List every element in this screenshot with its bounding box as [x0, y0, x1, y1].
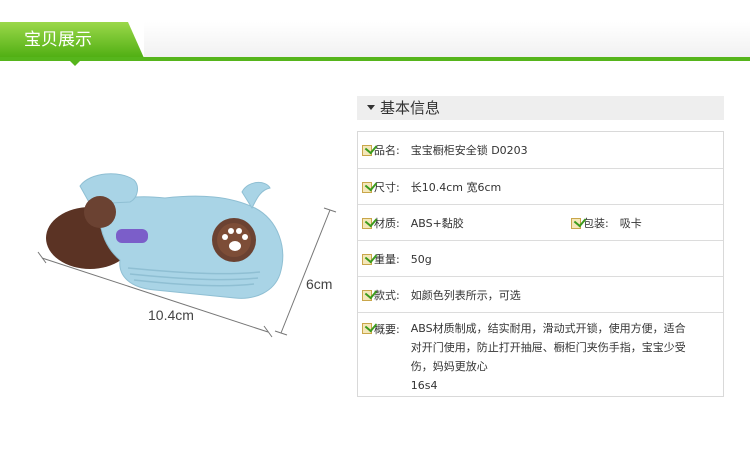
info-section-title: 基本信息 [380, 99, 441, 117]
paw-eye-inner [217, 223, 251, 257]
height-dimension-line [280, 209, 331, 334]
info-cell: 概要: ABS材质制成，结实耐用，滑动式开锁，使用方便，适合 对开门使用，防止打… [362, 319, 686, 395]
slider-button [116, 229, 148, 243]
summary-line: 对开门使用，防止打开抽屉、橱柜门夹伤手指，宝宝少受 [410, 341, 686, 354]
info-table: 品名: 宝宝橱柜安全锁 D0203 尺寸: 长10.4cm 宽6cm 材质: A… [357, 131, 724, 397]
summary-line: 16s4 [410, 379, 438, 392]
summary-text: ABS材质制成，结实耐用，滑动式开锁，使用方便，适合 对开门使用，防止打开抽屉、… [411, 319, 686, 395]
summary-line: 伤，妈妈更放心 [410, 360, 488, 373]
height-dimension-tick-bottom [274, 330, 288, 336]
paw-toe [228, 228, 234, 234]
paw-pad [229, 241, 241, 251]
info-row-style: 款式: 如颜色列表所示，可选 [358, 276, 723, 313]
edit-note-icon [362, 144, 372, 156]
info-cell: 包装: 吸卡 [571, 205, 642, 241]
info-value: 吸卡 [619, 217, 642, 230]
width-dimension-tick-left [37, 251, 47, 264]
info-row-size: 尺寸: 长10.4cm 宽6cm [358, 168, 723, 205]
header-bar-background [144, 22, 750, 57]
height-dimension-tick-top [323, 207, 337, 213]
header-title: 宝贝展示 [24, 30, 92, 50]
info-value: 如颜色列表所示，可选 [410, 289, 521, 302]
edit-note-icon [362, 289, 372, 301]
info-row-weight: 重量: 50g [358, 240, 723, 277]
info-label: 包装: [583, 217, 609, 230]
info-cell: 重量: 50g [362, 241, 432, 277]
paw-toe [236, 228, 242, 234]
info-label: 概要: [374, 323, 400, 336]
info-row-summary: 概要: ABS材质制成，结实耐用，滑动式开锁，使用方便，适合 对开门使用，防止打… [358, 312, 723, 397]
header-notch [70, 61, 80, 66]
header-divider [0, 57, 750, 61]
paw-toe [222, 234, 228, 240]
edit-note-icon [571, 217, 581, 229]
info-section-header: 基本信息 [357, 96, 724, 120]
info-cell: 款式: 如颜色列表所示，可选 [362, 277, 521, 313]
section-header: 宝贝展示 [0, 0, 750, 70]
paw-toe [242, 234, 248, 240]
edit-note-icon [362, 217, 372, 229]
edit-note-icon [362, 253, 372, 265]
product-image: 10.4cm 6cm [37, 173, 337, 338]
info-cell: 尺寸: 长10.4cm 宽6cm [362, 169, 501, 205]
height-label: 6cm [306, 276, 332, 292]
info-value: 长10.4cm 宽6cm [410, 181, 502, 194]
width-label: 10.4cm [148, 307, 194, 323]
edit-note-icon [362, 323, 372, 334]
info-row-name: 品名: 宝宝橱柜安全锁 D0203 [358, 132, 723, 168]
info-label: 材质: [374, 217, 400, 230]
info-label: 尺寸: [374, 181, 400, 194]
info-cell: 品名: 宝宝橱柜安全锁 D0203 [362, 132, 528, 168]
lock-knob [84, 196, 116, 228]
info-cell: 材质: ABS+黏胶 [362, 205, 464, 241]
info-value: ABS+黏胶 [410, 217, 464, 230]
info-row-material: 材质: ABS+黏胶 包装: 吸卡 [358, 204, 723, 241]
info-label: 重量: [374, 253, 400, 266]
lock-body [99, 195, 284, 299]
edit-note-icon [362, 181, 372, 193]
header-tab: 宝贝展示 [0, 22, 144, 58]
info-value: 宝宝橱柜安全锁 D0203 [410, 144, 528, 157]
summary-line: ABS材质制成，结实耐用，滑动式开锁，使用方便，适合 [410, 322, 686, 335]
info-label: 品名: [374, 144, 400, 157]
chevron-down-icon [367, 105, 375, 110]
info-value: 50g [410, 252, 432, 266]
info-label: 款式: [374, 289, 400, 302]
